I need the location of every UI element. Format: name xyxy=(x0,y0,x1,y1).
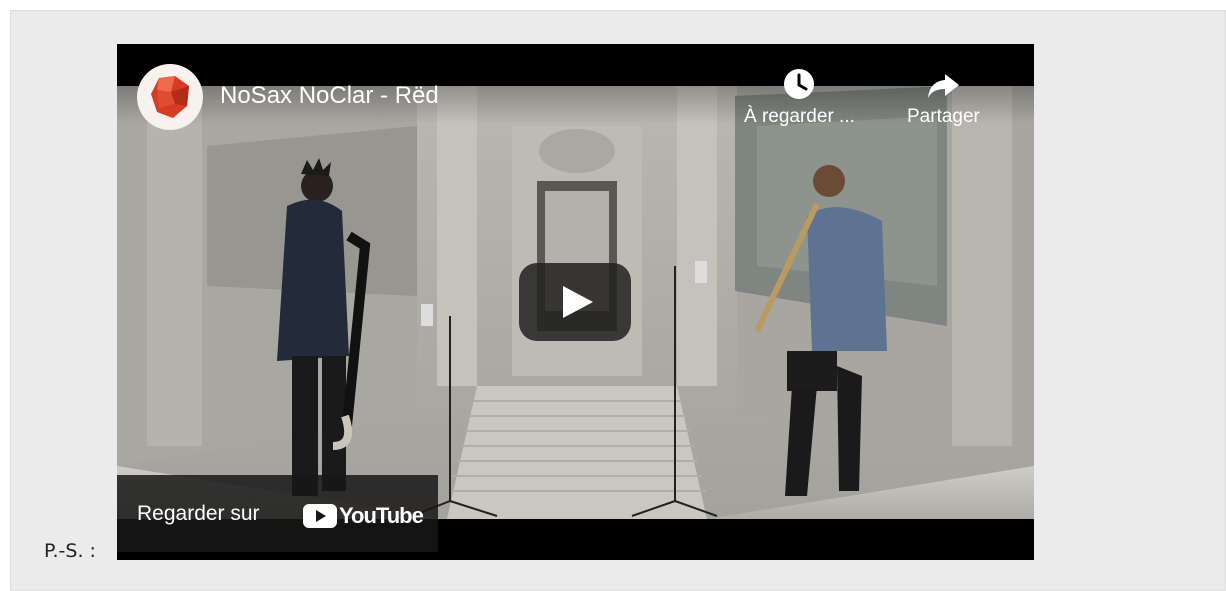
share-button[interactable]: Partager xyxy=(907,66,980,128)
youtube-wordmark: YouTube xyxy=(339,503,424,528)
share-arrow-icon xyxy=(928,74,960,98)
clock-icon xyxy=(784,69,815,99)
channel-avatar[interactable] xyxy=(137,64,203,130)
share-label: Partager xyxy=(907,106,980,127)
red-crystal-avatar-icon xyxy=(151,76,189,118)
watch-on-label: Regarder sur xyxy=(137,502,260,525)
video-title[interactable]: NoSax NoClar - Rëd xyxy=(220,82,439,110)
watch-later-button[interactable]: À regarder ... xyxy=(744,66,855,128)
watch-later-label: À regarder ... xyxy=(744,106,855,127)
play-button[interactable] xyxy=(519,263,631,341)
play-icon xyxy=(563,286,593,318)
watch-on-youtube-button[interactable]: Regarder sur YouTube xyxy=(117,475,438,552)
youtube-embed-player[interactable]: NoSax NoClar - Rëd À regarder ... Partag… xyxy=(117,44,1034,560)
youtube-logo-icon xyxy=(303,504,337,528)
ps-label: P.-S. : xyxy=(44,540,96,562)
